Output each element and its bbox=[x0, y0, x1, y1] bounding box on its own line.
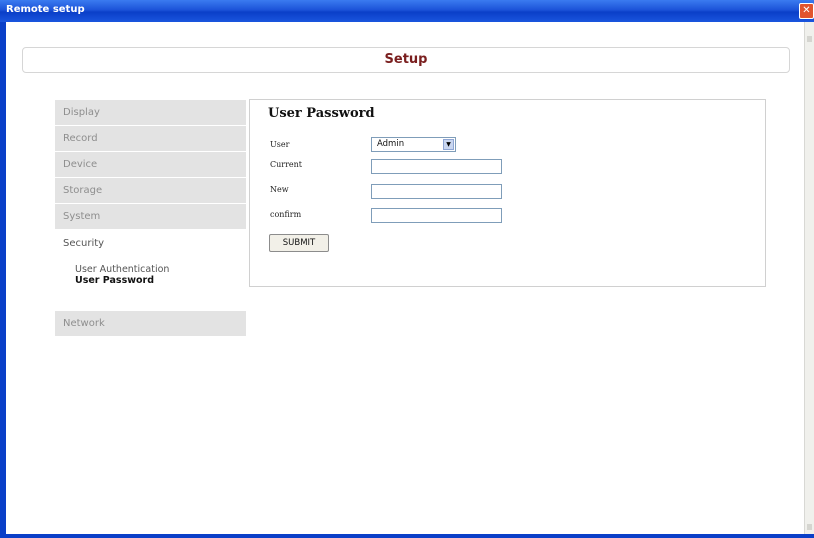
window-titlebar[interactable]: Remote setup ✕ bbox=[0, 0, 814, 22]
sidebar-subitem-user-password[interactable]: User Password bbox=[75, 275, 246, 286]
page-title: Setup bbox=[384, 52, 428, 67]
current-password-label: Current bbox=[270, 160, 303, 169]
setup-header: Setup bbox=[22, 47, 790, 73]
sidebar-item-display[interactable]: Display bbox=[55, 100, 246, 126]
sidebar-subitem-user-authentication[interactable]: User Authentication bbox=[75, 264, 246, 275]
panel-title: User Password bbox=[268, 106, 375, 121]
new-password-field[interactable] bbox=[371, 184, 502, 199]
sidebar-item-storage[interactable]: Storage bbox=[55, 178, 246, 204]
scrollbar[interactable] bbox=[804, 22, 814, 538]
confirm-password-label: confirm bbox=[270, 210, 302, 219]
sidebar-item-security[interactable]: Security bbox=[55, 230, 246, 258]
sidebar-item-network[interactable]: Network bbox=[55, 311, 246, 337]
submit-button[interactable]: SUBMIT bbox=[269, 234, 329, 252]
sidebar-nav: Display Record Device Storage System Sec… bbox=[55, 100, 246, 337]
security-submenu: User Authentication User Password bbox=[55, 258, 246, 311]
chevron-down-icon[interactable]: ▼ bbox=[443, 139, 454, 150]
confirm-password-field[interactable] bbox=[371, 208, 502, 223]
user-password-panel: User Password User Admin ▼ Current New c… bbox=[249, 99, 766, 287]
window-frame-left bbox=[0, 22, 6, 538]
scroll-up-icon[interactable] bbox=[807, 36, 812, 42]
window-title: Remote setup bbox=[6, 4, 85, 15]
user-select-value: Admin bbox=[377, 139, 405, 149]
sidebar-item-system[interactable]: System bbox=[55, 204, 246, 230]
current-password-field[interactable] bbox=[371, 159, 502, 174]
user-select[interactable]: Admin ▼ bbox=[371, 137, 456, 152]
user-label: User bbox=[270, 140, 290, 149]
close-icon[interactable]: ✕ bbox=[799, 3, 814, 19]
sidebar-item-device[interactable]: Device bbox=[55, 152, 246, 178]
scroll-down-icon[interactable] bbox=[807, 524, 812, 530]
window-frame-bottom bbox=[0, 534, 814, 538]
new-password-label: New bbox=[270, 185, 289, 194]
sidebar-item-record[interactable]: Record bbox=[55, 126, 246, 152]
